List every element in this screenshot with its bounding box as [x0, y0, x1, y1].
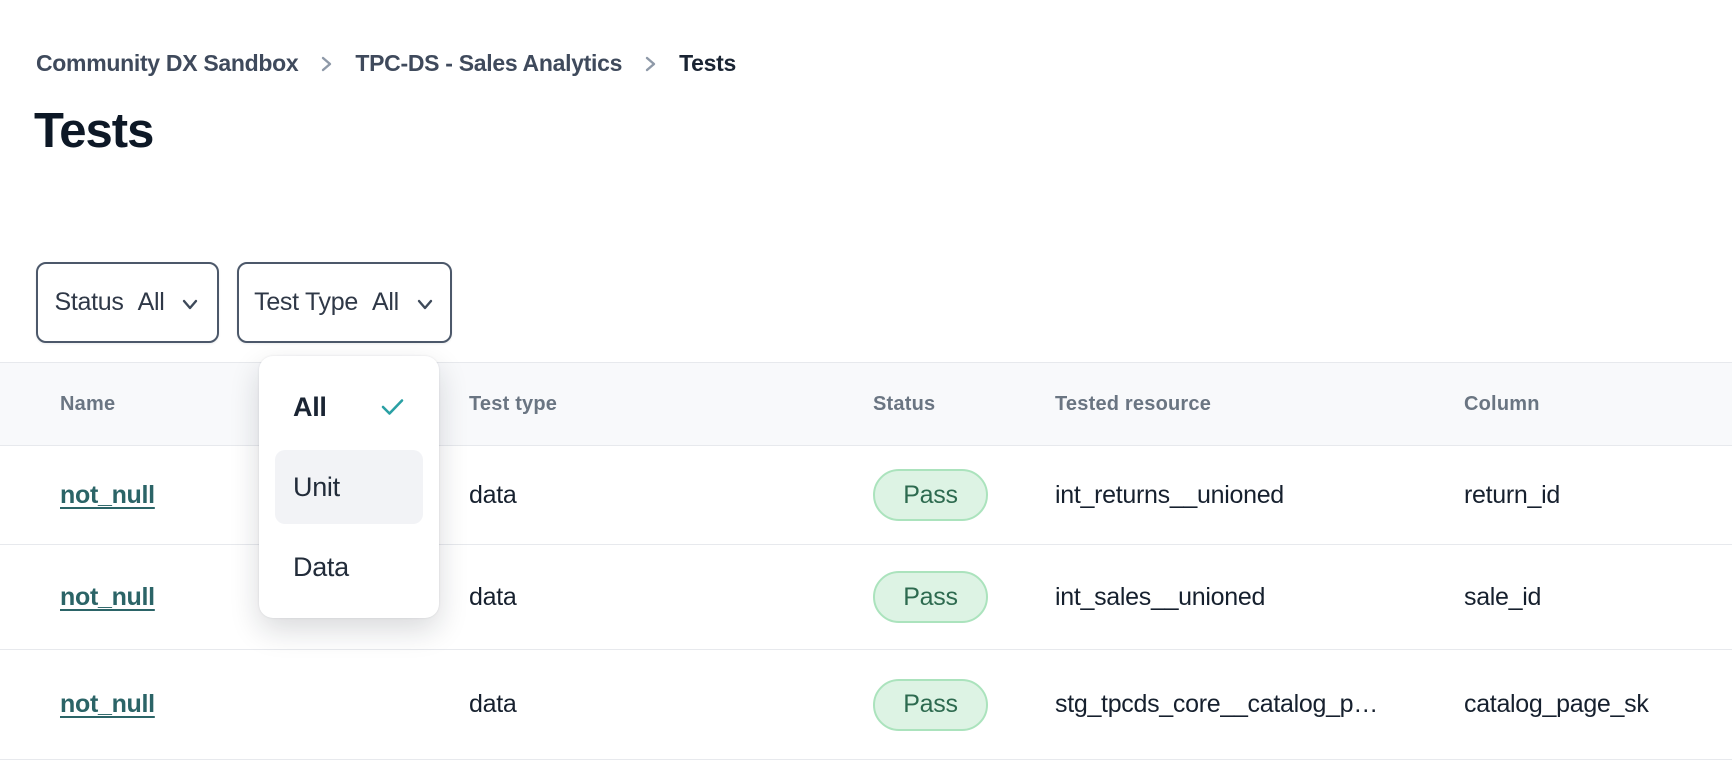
breadcrumb-item-sandbox[interactable]: Community DX Sandbox: [36, 50, 298, 77]
column-cell: catalog_page_sk: [1404, 690, 1732, 719]
test-type-filter-label: Test Type: [254, 288, 358, 317]
name-cell: not_null: [0, 690, 409, 719]
status-badge: Pass: [873, 571, 988, 623]
test-name-link[interactable]: not_null: [60, 583, 155, 611]
test-type-filter-button[interactable]: Test Type All: [237, 262, 452, 343]
table-row: not_null data Pass stg_tpcds_core__catal…: [0, 650, 1732, 760]
test-name-link[interactable]: not_null: [60, 690, 155, 718]
tested-resource-cell: stg_tpcds_core__catalog_p…: [995, 690, 1404, 719]
breadcrumb: Community DX Sandbox TPC-DS - Sales Anal…: [36, 50, 736, 77]
status-badge: Pass: [873, 679, 988, 731]
status-filter-value: All: [138, 288, 165, 317]
dropdown-option-data-label: Data: [293, 552, 349, 583]
filter-bar: Status All Test Type All: [36, 262, 452, 343]
chevron-right-icon: [320, 54, 333, 74]
column-header-column: Column: [1404, 393, 1732, 416]
test-name-link[interactable]: not_null: [60, 481, 155, 509]
test-type-cell: data: [409, 583, 813, 612]
chevron-down-icon: [415, 298, 435, 311]
status-badge: Pass: [873, 469, 988, 521]
column-cell: sale_id: [1404, 583, 1732, 612]
tested-resource-cell: int_sales__unioned: [995, 583, 1404, 612]
chevron-down-icon: [180, 298, 200, 311]
status-filter-button[interactable]: Status All: [36, 262, 219, 343]
dropdown-option-all[interactable]: All: [275, 370, 423, 444]
dropdown-option-unit-label: Unit: [293, 472, 340, 503]
test-type-filter-value: All: [372, 288, 399, 317]
check-icon: [380, 397, 405, 417]
status-filter-label: Status: [55, 288, 124, 317]
test-type-dropdown-menu: All Unit Data: [259, 356, 439, 618]
chevron-right-icon: [644, 54, 657, 74]
status-cell: Pass: [813, 469, 995, 521]
status-cell: Pass: [813, 571, 995, 623]
tested-resource-cell: int_returns__unioned: [995, 481, 1404, 510]
test-type-cell: data: [409, 690, 813, 719]
dropdown-option-unit[interactable]: Unit: [275, 450, 423, 524]
dropdown-option-data[interactable]: Data: [275, 530, 423, 604]
column-header-test-type: Test type: [409, 393, 813, 416]
page-title: Tests: [34, 103, 153, 159]
column-header-status: Status: [813, 393, 995, 416]
status-cell: Pass: [813, 679, 995, 731]
test-type-cell: data: [409, 481, 813, 510]
breadcrumb-item-project[interactable]: TPC-DS - Sales Analytics: [355, 50, 622, 77]
breadcrumb-item-current: Tests: [679, 50, 736, 77]
column-cell: return_id: [1404, 481, 1732, 510]
column-header-tested-resource: Tested resource: [995, 393, 1404, 416]
dropdown-option-all-label: All: [293, 392, 327, 423]
